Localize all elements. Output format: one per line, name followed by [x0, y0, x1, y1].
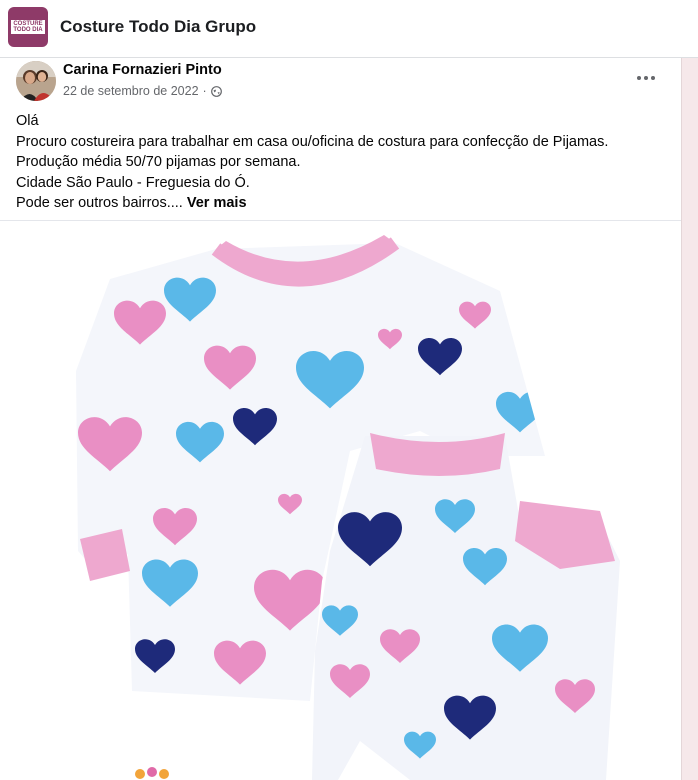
post-date[interactable]: 22 de setembro de 2022	[63, 84, 199, 98]
group-title[interactable]: Costure Todo Dia Grupo	[60, 17, 256, 37]
globe-icon[interactable]	[210, 85, 222, 97]
more-options-icon[interactable]	[634, 68, 658, 88]
post-line: Produção média 50/70 pijamas por semana.	[16, 154, 301, 170]
author-avatar[interactable]	[16, 61, 56, 101]
post-text: Olá Procuro costureira para trabalhar em…	[16, 111, 666, 214]
post-image-pajamas[interactable]	[0, 221, 681, 780]
post-line: Olá	[16, 113, 39, 129]
post-line: Procuro costureira para trabalhar em cas…	[16, 133, 609, 150]
post-meta: 22 de setembro de 2022 ·	[63, 84, 222, 98]
right-edge-panel	[681, 58, 698, 780]
author-name[interactable]: Carina Fornazieri Pinto	[63, 62, 222, 78]
post-line-truncated: Pode ser outros bairros....	[16, 195, 183, 211]
see-more-link[interactable]: Ver mais	[187, 195, 247, 211]
meta-separator: ·	[202, 84, 207, 98]
post-line-last: Pode ser outros bairros.... Ver mais	[16, 193, 666, 214]
group-logo[interactable]: COSTURE TODO DIA	[8, 7, 48, 47]
group-header: COSTURE TODO DIA Costure Todo Dia Grupo	[0, 0, 698, 58]
group-logo-text: COSTURE TODO DIA	[11, 20, 45, 34]
post-line: Cidade São Paulo - Freguesia do Ó.	[16, 174, 250, 191]
brand-mark-icon	[135, 767, 169, 779]
